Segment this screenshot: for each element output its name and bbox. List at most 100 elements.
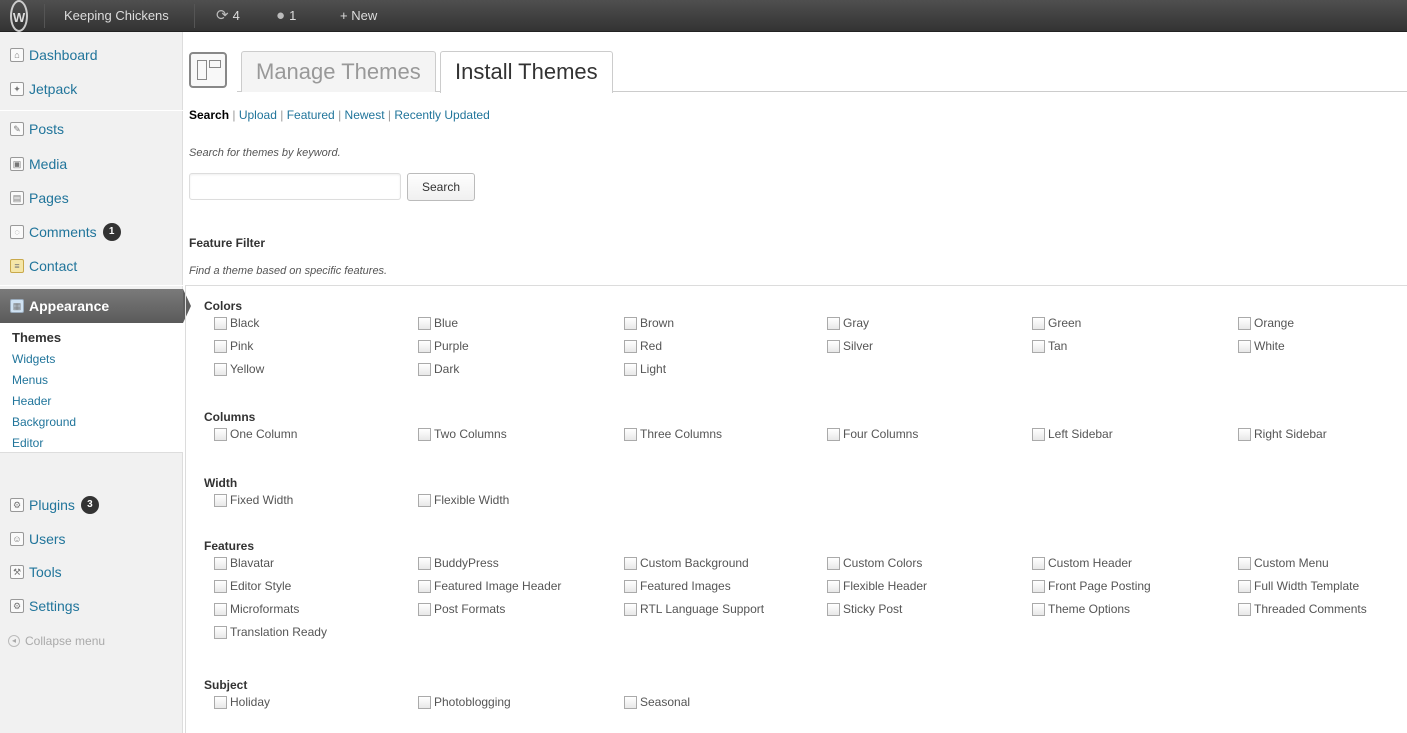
submenu-item-background[interactable]: Background <box>12 415 76 429</box>
checkbox[interactable] <box>1032 579 1045 593</box>
subnav-recently-updated[interactable]: Recently Updated <box>394 108 489 122</box>
feature-checkbox-option[interactable]: Editor Style <box>214 579 291 593</box>
feature-checkbox-option[interactable]: Fixed Width <box>214 493 293 507</box>
checkbox[interactable] <box>214 556 227 570</box>
sidebar-item-dashboard[interactable]: ⌂ Dashboard <box>0 38 183 72</box>
checkbox[interactable] <box>624 362 637 376</box>
feature-checkbox-option[interactable]: Purple <box>418 339 469 353</box>
checkbox[interactable] <box>418 695 431 709</box>
feature-checkbox-option[interactable]: Three Columns <box>624 427 722 441</box>
checkbox[interactable] <box>1238 556 1251 570</box>
checkbox[interactable] <box>214 695 227 709</box>
sidebar-item-media[interactable]: ▣ Media <box>0 147 183 181</box>
checkbox[interactable] <box>827 316 840 330</box>
checkbox[interactable] <box>1032 427 1045 441</box>
checkbox[interactable] <box>624 556 637 570</box>
checkbox[interactable] <box>214 362 227 376</box>
checkbox[interactable] <box>418 493 431 507</box>
submenu-item-widgets[interactable]: Widgets <box>12 352 55 366</box>
feature-checkbox-option[interactable]: Blavatar <box>214 556 274 570</box>
checkbox[interactable] <box>1238 602 1251 616</box>
checkbox[interactable] <box>1238 316 1251 330</box>
checkbox[interactable] <box>624 602 637 616</box>
feature-checkbox-option[interactable]: Full Width Template <box>1238 579 1359 593</box>
checkbox[interactable] <box>418 556 431 570</box>
sidebar-item-tools[interactable]: ⚒ Tools <box>0 555 183 589</box>
feature-checkbox-option[interactable]: Photoblogging <box>418 695 511 709</box>
feature-checkbox-option[interactable]: Silver <box>827 339 873 353</box>
subnav-upload[interactable]: Upload <box>239 108 277 122</box>
checkbox[interactable] <box>624 427 637 441</box>
search-button[interactable]: Search <box>407 173 475 201</box>
checkbox[interactable] <box>1238 427 1251 441</box>
feature-checkbox-option[interactable]: Featured Image Header <box>418 579 561 593</box>
submenu-item-themes[interactable]: Themes <box>12 330 61 345</box>
checkbox[interactable] <box>418 602 431 616</box>
checkbox[interactable] <box>214 602 227 616</box>
sidebar-item-plugins[interactable]: ⚙ Plugins 3 <box>0 488 183 522</box>
feature-checkbox-option[interactable]: Two Columns <box>418 427 507 441</box>
checkbox[interactable] <box>214 427 227 441</box>
feature-checkbox-option[interactable]: Microformats <box>214 602 299 616</box>
checkbox[interactable] <box>418 316 431 330</box>
feature-checkbox-option[interactable]: Seasonal <box>624 695 690 709</box>
subnav-search[interactable]: Search <box>189 108 229 122</box>
feature-checkbox-option[interactable]: Tan <box>1032 339 1067 353</box>
checkbox[interactable] <box>214 493 227 507</box>
sidebar-item-comments[interactable]: ◌ Comments 1 <box>0 215 183 249</box>
checkbox[interactable] <box>1032 556 1045 570</box>
feature-checkbox-option[interactable]: Right Sidebar <box>1238 427 1327 441</box>
feature-checkbox-option[interactable]: Holiday <box>214 695 270 709</box>
submenu-item-menus[interactable]: Menus <box>12 373 48 387</box>
checkbox[interactable] <box>827 427 840 441</box>
checkbox[interactable] <box>418 579 431 593</box>
checkbox[interactable] <box>827 339 840 353</box>
feature-checkbox-option[interactable]: Flexible Header <box>827 579 927 593</box>
wordpress-logo-icon[interactable]: W <box>10 0 28 32</box>
checkbox[interactable] <box>624 339 637 353</box>
feature-checkbox-option[interactable]: Pink <box>214 339 253 353</box>
sidebar-item-settings[interactable]: ⚙ Settings <box>0 589 183 623</box>
checkbox[interactable] <box>624 695 637 709</box>
feature-checkbox-option[interactable]: Front Page Posting <box>1032 579 1151 593</box>
checkbox[interactable] <box>624 579 637 593</box>
collapse-menu-button[interactable]: ◂ Collapse menu <box>8 634 105 648</box>
feature-checkbox-option[interactable]: Yellow <box>214 362 264 376</box>
sidebar-item-appearance[interactable]: ▦ Appearance <box>0 289 183 323</box>
checkbox[interactable] <box>214 579 227 593</box>
feature-checkbox-option[interactable]: Blue <box>418 316 458 330</box>
subnav-featured[interactable]: Featured <box>287 108 335 122</box>
tab-install-themes[interactable]: Install Themes <box>440 51 613 93</box>
checkbox[interactable] <box>418 427 431 441</box>
feature-checkbox-option[interactable]: Custom Menu <box>1238 556 1329 570</box>
checkbox[interactable] <box>214 339 227 353</box>
feature-checkbox-option[interactable]: Dark <box>418 362 459 376</box>
checkbox[interactable] <box>827 602 840 616</box>
theme-search-input[interactable] <box>189 173 401 200</box>
feature-checkbox-option[interactable]: Sticky Post <box>827 602 902 616</box>
feature-checkbox-option[interactable]: BuddyPress <box>418 556 499 570</box>
feature-checkbox-option[interactable]: Threaded Comments <box>1238 602 1367 616</box>
checkbox[interactable] <box>214 625 227 639</box>
checkbox[interactable] <box>827 579 840 593</box>
feature-checkbox-option[interactable]: Featured Images <box>624 579 731 593</box>
checkbox[interactable] <box>1238 339 1251 353</box>
checkbox[interactable] <box>1032 602 1045 616</box>
site-name-link[interactable]: Keeping Chickens <box>64 0 169 32</box>
feature-checkbox-option[interactable]: White <box>1238 339 1285 353</box>
feature-checkbox-option[interactable]: Post Formats <box>418 602 505 616</box>
feature-checkbox-option[interactable]: Black <box>214 316 259 330</box>
updates-link[interactable]: ⟳ 4 <box>216 0 240 32</box>
feature-checkbox-option[interactable]: Translation Ready <box>214 625 327 639</box>
feature-checkbox-option[interactable]: Gray <box>827 316 869 330</box>
feature-checkbox-option[interactable]: Custom Colors <box>827 556 922 570</box>
feature-checkbox-option[interactable]: Flexible Width <box>418 493 509 507</box>
checkbox[interactable] <box>418 339 431 353</box>
feature-checkbox-option[interactable]: Green <box>1032 316 1081 330</box>
checkbox[interactable] <box>1032 339 1045 353</box>
checkbox[interactable] <box>624 316 637 330</box>
sidebar-item-jetpack[interactable]: ✦ Jetpack <box>0 72 183 106</box>
feature-checkbox-option[interactable]: Light <box>624 362 666 376</box>
checkbox[interactable] <box>214 316 227 330</box>
feature-checkbox-option[interactable]: Four Columns <box>827 427 918 441</box>
